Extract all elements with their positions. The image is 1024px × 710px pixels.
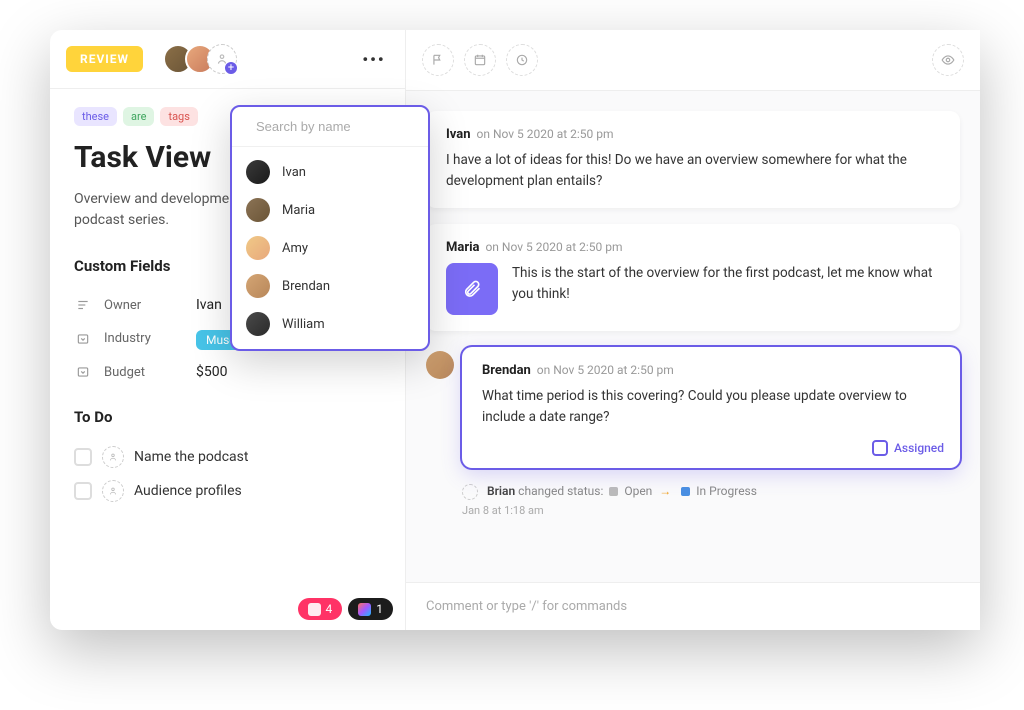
more-button[interactable]: •••: [359, 44, 389, 74]
comment-header: Maria on Nov 5 2020 at 2:50 pm: [446, 240, 940, 255]
todo-label: Audience profiles: [134, 483, 242, 499]
field-value[interactable]: Ivan: [196, 297, 222, 313]
assignee-empty[interactable]: [102, 480, 124, 502]
status-pill-review[interactable]: REVIEW: [66, 46, 143, 72]
tag[interactable]: these: [74, 107, 117, 126]
plus-icon: +: [224, 61, 238, 75]
calendar-icon: [473, 53, 487, 67]
comment-card[interactable]: Brendan on Nov 5 2020 at 2:50 pm What ti…: [462, 347, 960, 468]
avatar: [246, 274, 270, 298]
people-search-row: [232, 107, 428, 147]
pill-count: 1: [376, 602, 383, 616]
invision-icon: [308, 603, 321, 616]
field-label: Owner: [104, 298, 184, 313]
search-input[interactable]: [256, 119, 430, 134]
status-change-event: Brian changed status: Open → In Progress: [462, 484, 960, 500]
assigned-label: Assigned: [894, 441, 944, 455]
figma-icon: [358, 603, 371, 616]
status-to: In Progress: [696, 484, 757, 498]
people-option[interactable]: Maria: [232, 191, 428, 229]
assignee-avatars: +: [163, 44, 237, 74]
flag-icon: [431, 53, 445, 67]
comment-body: What time period is this covering? Could…: [482, 386, 940, 428]
avatar: [246, 160, 270, 184]
people-list: Ivan Maria Amy Brendan William: [232, 147, 428, 349]
comment-meta: on Nov 5 2020 at 2:50 pm: [485, 240, 622, 254]
invision-pill[interactable]: 4: [298, 598, 343, 620]
arrow-icon: →: [659, 484, 671, 498]
custom-field-budget: Budget $500: [74, 356, 381, 388]
comment-header: Brendan on Nov 5 2020 at 2:50 pm: [482, 363, 940, 378]
avatar: [246, 236, 270, 260]
right-panel: Ivan on Nov 5 2020 at 2:50 pm I have a l…: [406, 30, 980, 630]
right-header: [406, 30, 980, 90]
add-assignee[interactable]: +: [207, 44, 237, 74]
avatar[interactable]: [426, 351, 454, 379]
integrations: 4 1: [298, 598, 394, 620]
text-field-icon: [74, 298, 92, 312]
status-chip-open: [609, 487, 618, 496]
checkbox-icon: [872, 440, 888, 456]
status-chip-progress: [681, 487, 690, 496]
tag[interactable]: tags: [160, 107, 197, 126]
dropdown-icon: [74, 365, 92, 379]
avatar: [246, 198, 270, 222]
comments-area: Ivan on Nov 5 2020 at 2:50 pm I have a l…: [406, 91, 980, 582]
person-name: Maria: [282, 203, 315, 218]
time-button[interactable]: [506, 44, 538, 76]
avatar: [246, 312, 270, 336]
people-option[interactable]: William: [232, 305, 428, 343]
person-name: Amy: [282, 241, 308, 256]
field-label: Budget: [104, 365, 184, 380]
avatar-empty: [462, 484, 478, 500]
people-option[interactable]: Ivan: [232, 153, 428, 191]
people-picker-popover: Ivan Maria Amy Brendan William: [230, 105, 430, 351]
assigned-badge[interactable]: Assigned: [872, 440, 944, 456]
flag-button[interactable]: [422, 44, 454, 76]
comment-author: Maria: [446, 240, 480, 255]
dropdown-icon: [74, 332, 92, 346]
comment-body: I have a lot of ideas for this! Do we ha…: [446, 150, 940, 192]
todo-label: Name the podcast: [134, 449, 248, 465]
comment-card[interactable]: Ivan on Nov 5 2020 at 2:50 pm I have a l…: [426, 111, 960, 208]
field-value[interactable]: $500: [196, 364, 227, 380]
pill-count: 4: [326, 602, 333, 616]
field-label: Industry: [104, 331, 184, 346]
comment-meta: on Nov 5 2020 at 2:50 pm: [537, 363, 674, 377]
clock-icon: [515, 53, 529, 67]
left-header: REVIEW + •••: [50, 30, 405, 88]
people-option[interactable]: Brendan: [232, 267, 428, 305]
checkbox[interactable]: [74, 448, 92, 466]
todo-item[interactable]: Name the podcast: [74, 440, 381, 474]
comment-card[interactable]: Maria on Nov 5 2020 at 2:50 pm This is t…: [426, 224, 960, 331]
event-timestamp: Jan 8 at 1:18 am: [462, 504, 960, 517]
tag[interactable]: are: [123, 107, 154, 126]
date-button[interactable]: [464, 44, 496, 76]
app-window: REVIEW + ••• these are tags Task View: [50, 30, 980, 630]
todo-heading: To Do: [74, 408, 381, 426]
figma-pill[interactable]: 1: [348, 598, 393, 620]
comment-author: Ivan: [446, 127, 471, 142]
watch-button[interactable]: [932, 44, 964, 76]
eye-icon: [941, 53, 955, 67]
person-icon: [108, 452, 118, 462]
comment-header: Ivan on Nov 5 2020 at 2:50 pm: [446, 127, 940, 142]
event-text: changed status:: [518, 484, 603, 498]
person-name: William: [282, 317, 325, 332]
checkbox[interactable]: [74, 482, 92, 500]
person-icon: [108, 486, 118, 496]
todo-item[interactable]: Audience profiles: [74, 474, 381, 508]
comment-meta: on Nov 5 2020 at 2:50 pm: [477, 127, 614, 141]
status-from: Open: [624, 484, 652, 498]
assignee-empty[interactable]: [102, 446, 124, 468]
comment-author: Brendan: [482, 363, 531, 378]
event-author: Brian: [487, 484, 515, 498]
attachment-button[interactable]: [446, 263, 498, 315]
comment-body: This is the start of the overview for th…: [512, 263, 940, 305]
comment-input[interactable]: Comment or type '/' for commands: [406, 582, 980, 630]
person-name: Ivan: [282, 165, 306, 180]
paperclip-icon: [462, 279, 482, 299]
people-option[interactable]: Amy: [232, 229, 428, 267]
person-name: Brendan: [282, 279, 330, 294]
